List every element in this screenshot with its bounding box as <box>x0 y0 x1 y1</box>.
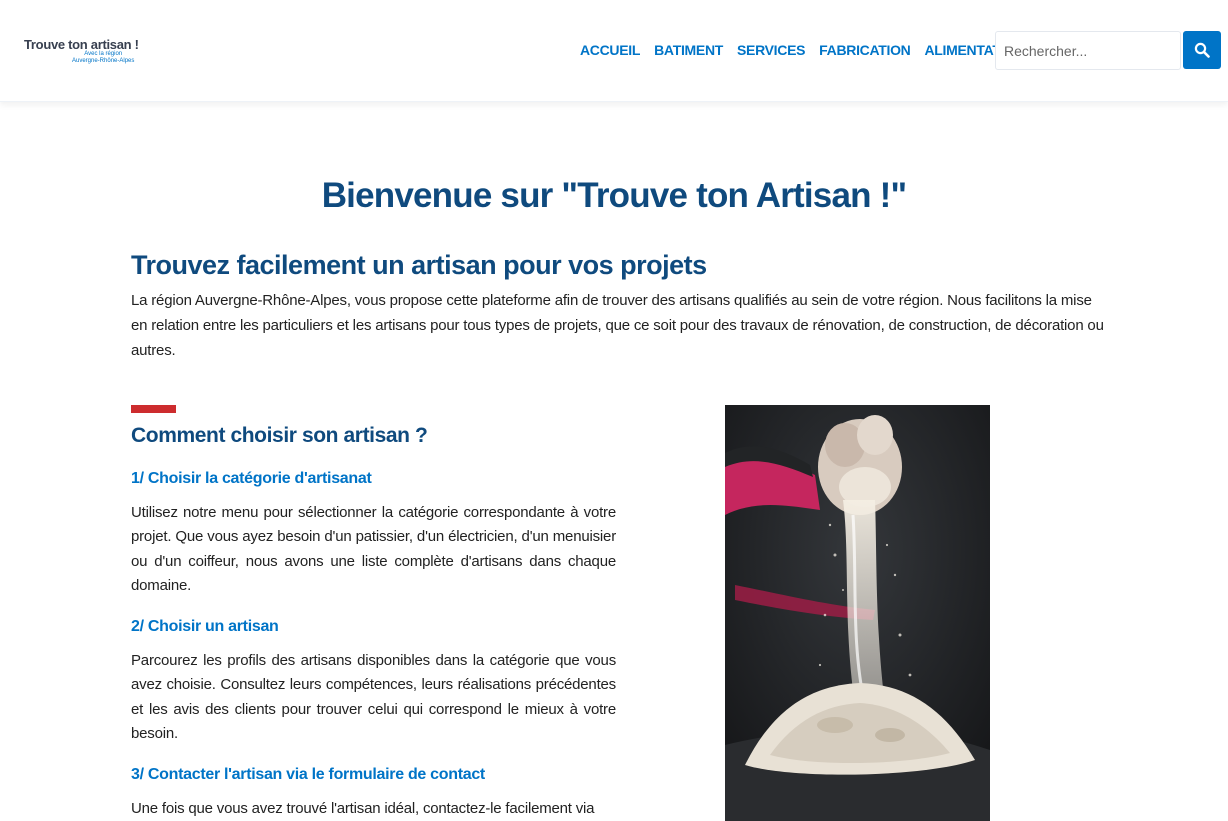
nav-fabrication[interactable]: FABRICATION <box>819 42 911 58</box>
step-1-text: Utilisez notre menu pour sélectionner la… <box>131 504 616 594</box>
step-3-title: 3/ Contacter l'artisan via le formulaire… <box>131 766 485 783</box>
step-2-title: 2/ Choisir un artisan <box>131 618 279 635</box>
logo-subtitle-line1: Avec la région <box>84 51 123 57</box>
site-header: Trouve ton artisan ! Avec la région Auve… <box>0 0 1228 102</box>
page-subtitle: Trouvez facilement un artisan pour vos p… <box>131 250 707 280</box>
logo-subtitle-line2: Auvergne-Rhône-Alpes <box>72 58 135 64</box>
nav-batiment[interactable]: BATIMENT <box>654 42 723 58</box>
how-to-choose-heading: Comment choisir son artisan ? <box>131 424 428 447</box>
nav-services[interactable]: SERVICES <box>737 42 805 58</box>
section-accent-bar <box>131 405 176 413</box>
search-button[interactable] <box>1183 31 1221 69</box>
search-input[interactable] <box>995 31 1181 70</box>
step-1-title: 1/ Choisir la catégorie d'artisanat <box>131 470 372 487</box>
logo-subtitle: Avec la région Auvergne-Rhône-Alpes <box>72 51 134 65</box>
page-title: Bienvenue sur "Trouve ton Artisan !" <box>321 176 907 215</box>
nav-accueil[interactable]: ACCUEIL <box>580 42 640 58</box>
step-3-text: Une fois que vous avez trouvé l'artisan … <box>131 800 595 817</box>
search-icon <box>1194 42 1210 58</box>
main-nav: ACCUEIL BATIMENT SERVICES FABRICATION AL… <box>580 42 1039 58</box>
step-2-text: Parcourez les profils des artisans dispo… <box>131 652 616 742</box>
intro-paragraph: La région Auvergne-Rhône-Alpes, vous pro… <box>131 292 1104 359</box>
logo-title: Trouve ton artisan ! <box>24 37 139 52</box>
flour-hands-illustration <box>725 405 990 821</box>
site-logo[interactable]: Trouve ton artisan ! Avec la région Auve… <box>24 37 154 67</box>
flour-hands-photo <box>725 405 990 821</box>
